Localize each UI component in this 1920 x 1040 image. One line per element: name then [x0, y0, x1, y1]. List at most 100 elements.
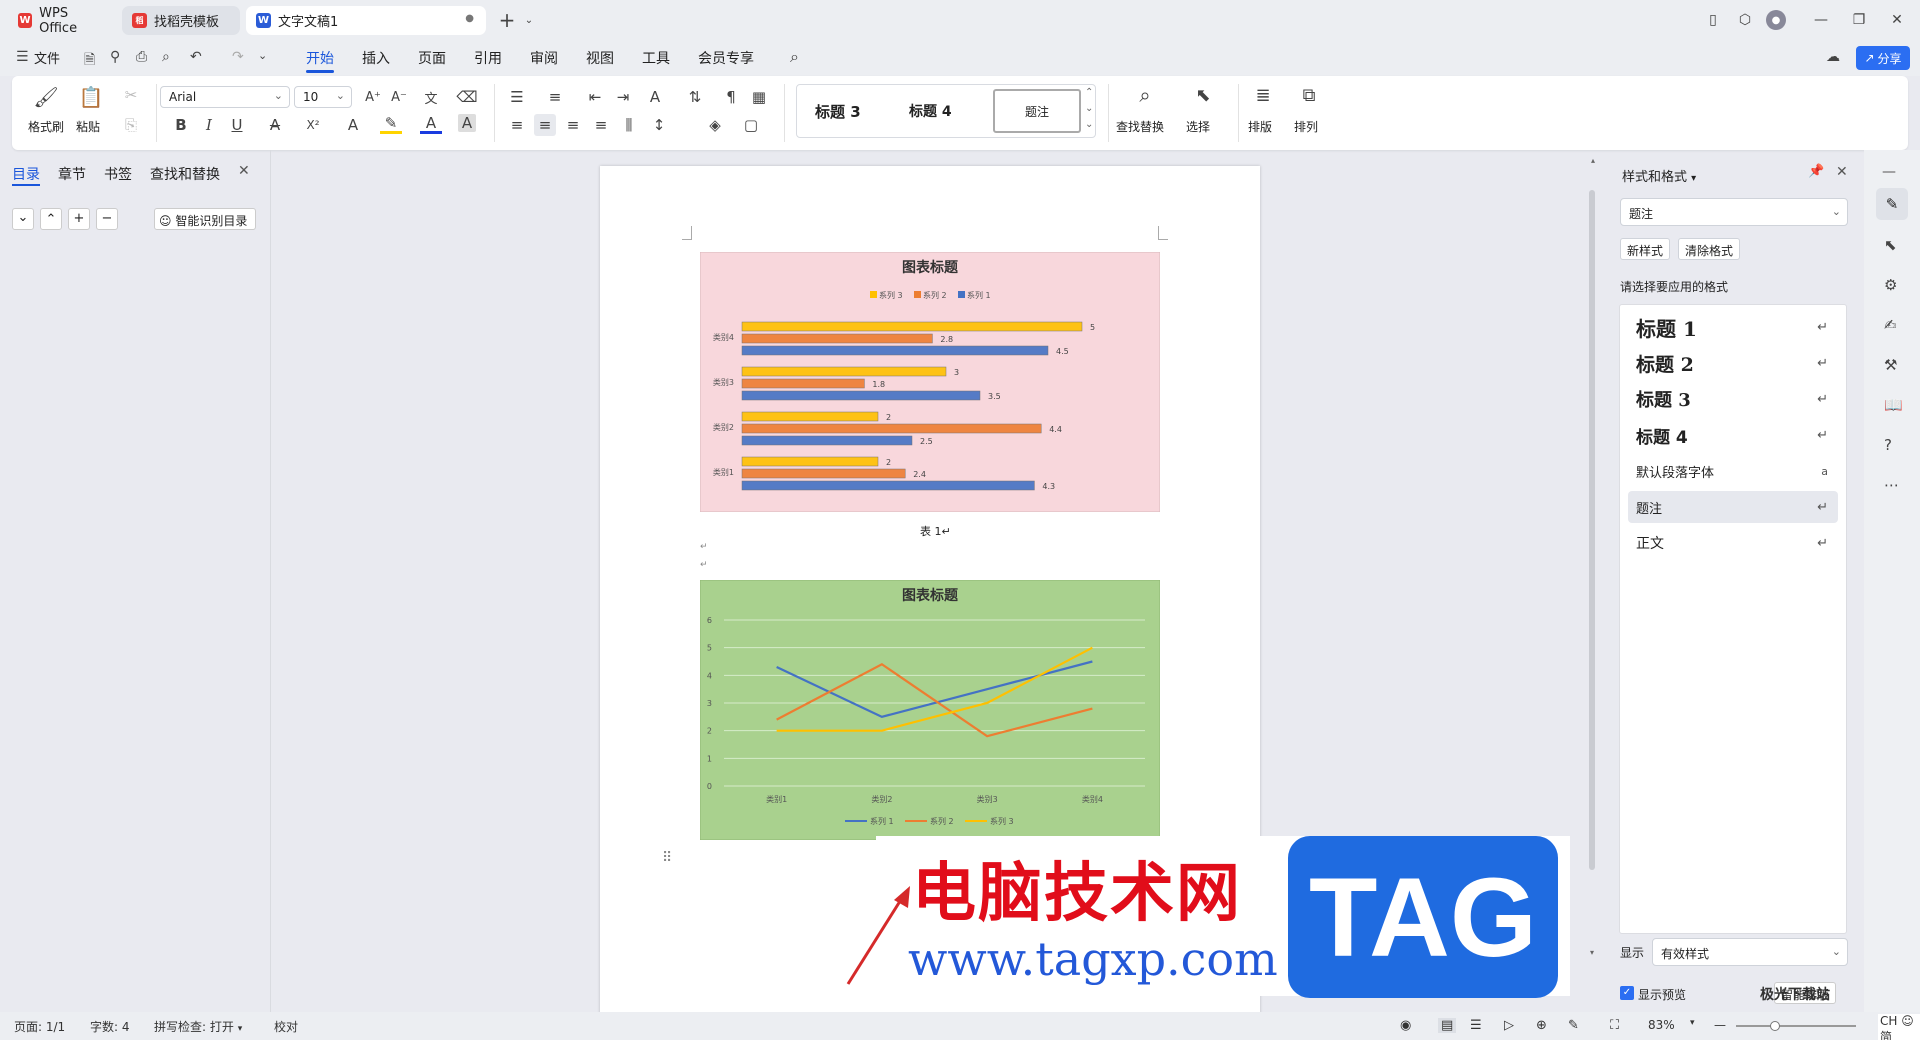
- more-chevron-icon[interactable]: ⌄: [258, 49, 267, 62]
- cut-icon[interactable]: ✂: [120, 84, 142, 106]
- search-icon[interactable]: ⌕: [790, 47, 799, 67]
- format-painter-button[interactable]: 格式刷: [28, 118, 64, 135]
- review-icon[interactable]: ✍: [1884, 316, 1897, 334]
- tab-document[interactable]: W 文字文稿1 ●: [246, 6, 486, 35]
- char-shading-icon[interactable]: A: [458, 114, 476, 132]
- vertical-scrollbar[interactable]: ▴ ▾: [1586, 156, 1600, 1012]
- arrange-icon[interactable]: ⧉: [1298, 84, 1320, 106]
- chevron-down-icon[interactable]: ▾: [1690, 1018, 1695, 1028]
- book-icon[interactable]: 📖: [1884, 396, 1903, 414]
- font-size-select[interactable]: 10 ⌄: [294, 86, 352, 108]
- scroll-down-arrow-icon[interactable]: ▾: [1590, 948, 1594, 957]
- collapse-down-icon[interactable]: ⌄: [12, 208, 34, 230]
- web-view-icon[interactable]: ⊕: [1536, 1018, 1547, 1033]
- proofread[interactable]: 校对: [274, 1018, 298, 1035]
- format-painter-icon[interactable]: 🖌: [33, 85, 58, 109]
- scrollbar-thumb[interactable]: [1589, 190, 1595, 870]
- underline-icon[interactable]: U: [226, 114, 248, 136]
- file-menu[interactable]: 文件: [34, 48, 60, 67]
- zoom-slider-thumb[interactable]: [1770, 1021, 1780, 1031]
- close-pane-icon[interactable]: ✕: [238, 163, 250, 179]
- outline-view-icon[interactable]: ☰: [1470, 1018, 1482, 1033]
- sort-icon[interactable]: ⇅: [684, 86, 706, 108]
- undo-icon[interactable]: ↶: [190, 49, 202, 65]
- line-chart[interactable]: 图表标题 0 1 2 3 4 5 6 类别1 类别2 类别3 类别4 系列 1 系列 2 系列 3: [700, 580, 1160, 840]
- tab-bookmarks[interactable]: 书签: [104, 164, 132, 184]
- line-spacing-icon[interactable]: ↕: [648, 114, 670, 136]
- style-item-heading-3[interactable]: 标题 3 ↵: [1628, 383, 1838, 415]
- hamburger-menu-icon[interactable]: ☰: [16, 49, 29, 65]
- current-style-select[interactable]: 题注 ⌄: [1620, 198, 1848, 226]
- page-count[interactable]: 页面: 1/1: [14, 1018, 65, 1035]
- select-cursor-icon[interactable]: ⬉: [1192, 84, 1214, 106]
- style-item-heading-4[interactable]: 标题 4 ↵: [1628, 419, 1838, 451]
- grow-font-icon[interactable]: A⁺: [362, 86, 384, 108]
- promote-icon[interactable]: +: [68, 208, 90, 230]
- smart-toc-button[interactable]: ☺ 智能识别目录: [154, 208, 256, 230]
- zoom-slider[interactable]: [1736, 1025, 1856, 1027]
- cloud-icon[interactable]: ☁: [1826, 49, 1840, 65]
- style-item-caption[interactable]: 题注 ↵: [1628, 491, 1838, 523]
- unsaved-dot-icon[interactable]: ●: [465, 13, 474, 24]
- menu-member[interactable]: 会员专享: [698, 48, 754, 68]
- style-heading-4[interactable]: 标题 4: [909, 101, 952, 121]
- find-replace-icon[interactable]: ⌕: [1134, 83, 1156, 107]
- justify-icon[interactable]: ≡: [590, 114, 612, 136]
- select-pointer-icon[interactable]: ⬉: [1884, 236, 1897, 254]
- show-preview-checkbox[interactable]: ✓: [1620, 986, 1634, 1000]
- menu-home[interactable]: 开始: [306, 48, 334, 68]
- page-view-icon[interactable]: ▤: [1438, 1018, 1457, 1033]
- select-button[interactable]: 选择: [1186, 118, 1210, 135]
- zoom-level[interactable]: 83%: [1648, 1018, 1675, 1032]
- text-effect-icon[interactable]: A: [342, 114, 364, 136]
- close-pane-icon[interactable]: ✕: [1836, 164, 1848, 180]
- help-icon[interactable]: ?: [1884, 436, 1892, 454]
- new-tab-plus-icon[interactable]: +: [496, 8, 518, 32]
- show-marks-icon[interactable]: ¶: [720, 86, 742, 108]
- styles-pane-title[interactable]: 样式和格式 ▾: [1622, 166, 1696, 185]
- layout-icon[interactable]: ≣: [1252, 84, 1274, 106]
- distribute-icon[interactable]: ⫼: [618, 114, 640, 136]
- clear-format-icon[interactable]: ⌫: [456, 86, 478, 108]
- strikethrough-icon[interactable]: A: [264, 114, 286, 136]
- eye-protect-icon[interactable]: ◉: [1400, 1018, 1411, 1033]
- collapse-up-icon[interactable]: ⌃: [40, 208, 62, 230]
- font-name-select[interactable]: Arial ⌄: [160, 86, 290, 108]
- zoom-out-icon[interactable]: —: [1714, 1018, 1726, 1032]
- menu-references[interactable]: 引用: [474, 48, 502, 68]
- highlight-icon[interactable]: ✎: [380, 114, 402, 134]
- style-heading-3[interactable]: 标题 3: [815, 101, 861, 122]
- style-item-heading-2[interactable]: 标题 2 ↵: [1628, 347, 1838, 379]
- demote-icon[interactable]: −: [96, 208, 118, 230]
- menu-tools[interactable]: 工具: [642, 48, 670, 68]
- tab-list-chevron-icon[interactable]: ⌄: [518, 9, 540, 31]
- style-item-heading-1[interactable]: 标题 1 ↵: [1628, 311, 1838, 343]
- avatar[interactable]: ●: [1766, 10, 1786, 30]
- scroll-up-arrow-icon[interactable]: ▴: [1591, 156, 1595, 165]
- style-caption[interactable]: 题注: [993, 89, 1081, 133]
- show-styles-select[interactable]: 有效样式 ⌄: [1652, 938, 1848, 966]
- properties-icon[interactable]: ⚙: [1884, 276, 1897, 294]
- italic-icon[interactable]: I: [198, 114, 220, 136]
- pin-icon[interactable]: 📌: [1808, 164, 1824, 179]
- menu-review[interactable]: 审阅: [530, 48, 558, 68]
- gallery-expand-icon[interactable]: ⌄: [1085, 119, 1093, 130]
- border-icon[interactable]: ▢: [740, 114, 762, 136]
- menu-insert[interactable]: 插入: [362, 48, 390, 68]
- text-direction-icon[interactable]: A: [644, 86, 666, 108]
- style-item-default-font[interactable]: 默认段落字体 a: [1628, 455, 1838, 487]
- find-replace-button[interactable]: 查找替换: [1116, 118, 1164, 135]
- share-button[interactable]: ↗ 分享: [1856, 46, 1910, 70]
- close-window-icon[interactable]: ✕: [1886, 9, 1908, 31]
- paste-button[interactable]: 粘贴: [76, 118, 100, 135]
- print-preview-icon[interactable]: ⌕: [162, 49, 170, 65]
- increase-indent-icon[interactable]: ⇥: [612, 86, 634, 108]
- tab-chapters[interactable]: 章节: [58, 164, 86, 184]
- style-item-normal[interactable]: 正文 ↵: [1628, 527, 1838, 559]
- menu-page[interactable]: 页面: [418, 48, 446, 68]
- numbered-list-icon[interactable]: ≡: [544, 86, 566, 108]
- cube-icon[interactable]: ⬡: [1734, 9, 1756, 31]
- fit-page-icon[interactable]: ⛶: [1610, 1018, 1619, 1033]
- menu-view[interactable]: 视图: [586, 48, 614, 68]
- tab-find-replace[interactable]: 查找和替换: [150, 164, 220, 184]
